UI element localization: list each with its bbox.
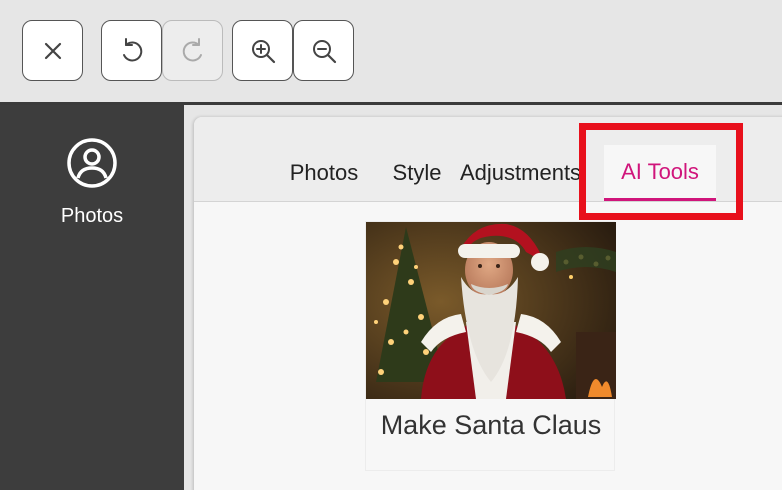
sidebar-item-photos[interactable]: Photos <box>0 137 184 237</box>
close-icon <box>44 42 61 59</box>
tool-card-label: Make Santa Claus <box>380 410 602 440</box>
sidebar-item-label: Photos <box>60 205 124 227</box>
tab-photos[interactable]: Photos <box>274 145 374 201</box>
tab-style[interactable]: Style <box>374 145 460 201</box>
undo-icon <box>122 37 142 61</box>
sidebar: Photos <box>0 105 184 490</box>
user-circle-icon <box>67 138 117 188</box>
top-toolbar <box>0 0 782 102</box>
zoom-out-button[interactable] <box>293 20 354 81</box>
redo-button[interactable] <box>162 20 223 81</box>
zoom-in-icon <box>251 39 275 63</box>
zoom-in-button[interactable] <box>232 20 293 81</box>
undo-button[interactable] <box>101 20 162 81</box>
redo-icon <box>182 37 202 61</box>
close-button[interactable] <box>22 20 83 81</box>
highlight-box <box>579 123 743 220</box>
zoom-out-icon <box>312 39 336 63</box>
tab-adjustments[interactable]: Adjustments <box>460 145 580 201</box>
tool-card-make-santa-claus[interactable]: Make Santa Claus <box>365 221 616 471</box>
santa-image <box>366 222 616 399</box>
